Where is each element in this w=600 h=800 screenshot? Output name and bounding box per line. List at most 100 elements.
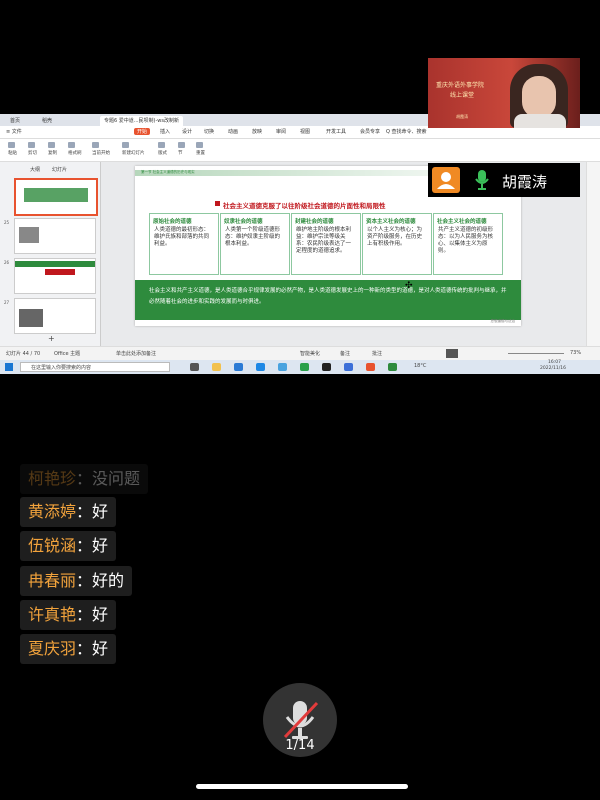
active-speaker-tile: 胡霞涛	[428, 163, 580, 197]
slide-number: 25	[4, 220, 10, 225]
menu-member[interactable]: 会员专享	[360, 128, 380, 135]
zoom-slider[interactable]	[508, 353, 564, 354]
section-button[interactable]: 节	[178, 142, 185, 156]
presenter-face	[522, 76, 556, 118]
card-primitive: 原始社会的道德 人类道德的最初形态：维护氏族和部落的共同利益。	[149, 213, 219, 275]
mouse-cursor-icon: ✣	[405, 281, 413, 291]
slide-number: 26	[4, 260, 10, 265]
wps-icon[interactable]	[366, 363, 375, 371]
weather-temperature: 18°C	[414, 363, 427, 369]
slide-footer: 思想道德与法治	[490, 319, 516, 323]
copy-button[interactable]: 复制	[48, 142, 57, 156]
scissors-icon	[28, 142, 35, 148]
reset-icon	[196, 142, 203, 148]
zoom-level: 73%	[570, 350, 582, 356]
notes-placeholder[interactable]: 单击此处添加备注	[116, 350, 156, 357]
play-slideshow-icon[interactable]	[446, 349, 458, 358]
card-socialist: 社会主义社会的道德 共产主义道德的初级形态：以为人民服务为核心、以集体主义为原则…	[433, 213, 503, 275]
new-slide-button[interactable]: 新建幻灯片	[122, 142, 145, 156]
page-indicator: 1/14	[285, 738, 315, 753]
menu-design[interactable]: 设计	[182, 128, 192, 135]
smart-beautify-button[interactable]: 智能美化	[300, 350, 320, 357]
menu-insert[interactable]: 插入	[160, 128, 170, 135]
status-bar: 幻灯片 44 / 70 Office 主题 单击此处添加备注 智能美化 备注 批…	[0, 346, 600, 361]
avatar	[432, 167, 460, 193]
tab-home[interactable]: 首页	[6, 116, 24, 126]
tab-outline[interactable]: 大纲	[30, 166, 40, 173]
brush-icon	[68, 142, 75, 148]
video-presenter-tag: 胡霞涛	[456, 114, 468, 119]
slide-summary-text: 社会主义和共产主义道德，是人类道德合乎规律发展的必然产物，是人类道德发展史上的一…	[149, 288, 507, 305]
slide-summary-box: 社会主义和共产主义道德，是人类道德合乎规律发展的必然产物，是人类道德发展史上的一…	[135, 280, 521, 320]
qq-icon[interactable]	[322, 363, 331, 371]
slide-thumbnail[interactable]	[14, 218, 96, 254]
menu-animation[interactable]: 动画	[228, 128, 238, 135]
from-current-button[interactable]: 当前开始	[92, 142, 110, 156]
slide-thumbnail-current[interactable]	[14, 178, 98, 216]
slide-thumbnail[interactable]	[14, 258, 96, 294]
slide-section-label: 第一节 社会主义道德的历史与现实	[141, 170, 195, 174]
edge-icon[interactable]	[256, 363, 265, 371]
clock-date: 2022/11/16	[540, 366, 566, 371]
slide-title: 社会主义道德克服了以往阶级社会道德的片面性和局限性	[223, 202, 386, 210]
store-icon[interactable]	[278, 363, 287, 371]
tab-document[interactable]: 专题6 爱中道...民坝制)-ws改制新	[100, 116, 183, 126]
menu-view[interactable]: 视图	[300, 128, 310, 135]
section-icon	[178, 142, 185, 148]
slide-thumbnail[interactable]	[14, 298, 96, 334]
file-explorer-icon[interactable]	[212, 363, 221, 371]
tab-docer[interactable]: 稻壳	[38, 116, 56, 126]
presenter-shirt	[514, 114, 566, 128]
format-painter-button[interactable]: 格式刷	[68, 142, 82, 156]
chat-message: 伍锐涵：好	[20, 531, 117, 561]
menu-slideshow[interactable]: 放映	[252, 128, 262, 135]
slide-counter: 幻灯片 44 / 70	[6, 351, 41, 357]
chrome-icon[interactable]	[300, 363, 309, 371]
chat-message: 许真艳：好	[20, 600, 117, 630]
play-icon	[92, 142, 99, 148]
menu-review[interactable]: 审阅	[276, 128, 286, 135]
slide-thumbnail-panel: 大纲 幻灯片 25 26 27 +	[0, 162, 101, 346]
card-capitalist: 资本主义社会的道德 以个人主义为核心；为资产阶级服务，在历史上有积极作用。	[362, 213, 432, 275]
chat-message: 柯艳珍：没问题	[20, 464, 149, 494]
home-indicator[interactable]	[196, 784, 408, 789]
microphone-icon	[474, 169, 490, 195]
layout-icon	[158, 142, 165, 148]
chat-message: 黄添婷：好	[20, 497, 117, 527]
theme-name: Office 主题	[54, 351, 81, 357]
chat-message: 夏庆羽：好	[20, 634, 117, 664]
add-slide-button[interactable]: +	[48, 334, 55, 343]
speaker-name: 胡霞涛	[502, 173, 548, 191]
copy-icon	[48, 142, 55, 148]
file-menu[interactable]: ≡ 文件	[6, 128, 22, 135]
notes-button[interactable]: 备注	[340, 350, 350, 357]
tab-slides[interactable]: 幻灯片	[52, 166, 67, 173]
video-banner-school: 重庆外语外事学院	[436, 82, 485, 89]
clock-time: 16:07	[548, 360, 561, 365]
taskbar-search-input[interactable]: 在这里输入你要搜索的内容	[20, 362, 170, 372]
cut-button[interactable]: 剪切	[28, 142, 37, 156]
menu-home[interactable]: 开始	[134, 128, 151, 135]
ribbon-toolbar: 粘贴 剪切 复制 格式刷 当前开始 新建幻灯片 版式 节 重置	[0, 139, 600, 162]
windows-start-icon[interactable]	[5, 363, 13, 371]
layout-button[interactable]: 版式	[158, 142, 167, 156]
paste-icon	[8, 142, 15, 148]
slide-number: 27	[4, 300, 10, 305]
shared-screen: 首页 稻壳 专题6 爱中道...民坝制)-ws改制新 ≡ 文件 开始 插入 设计…	[0, 114, 600, 374]
meeting-icon[interactable]	[344, 363, 353, 371]
reset-button[interactable]: 重置	[196, 142, 205, 156]
title-bullet-icon	[215, 201, 220, 206]
wechat-icon[interactable]	[388, 363, 397, 371]
chat-message: 冉春丽：好的	[20, 566, 133, 596]
menu-developer[interactable]: 开发工具	[326, 128, 346, 135]
command-search[interactable]: Q 查找命令、搜索	[386, 128, 427, 135]
right-side-toolbar	[586, 162, 600, 346]
presenter-video[interactable]: 重庆外语外事学院 线上课堂 胡霞涛	[428, 58, 580, 128]
card-feudal: 封建社会的道德 维护地主阶级的根本利益：维护宗法等级关系：农民阶级表达了一定程度…	[291, 213, 361, 275]
menu-transition[interactable]: 切换	[204, 128, 214, 135]
task-view-icon[interactable]	[190, 363, 199, 371]
mail-icon[interactable]	[234, 363, 243, 371]
paste-button[interactable]: 粘贴	[8, 142, 17, 156]
comments-button[interactable]: 批注	[372, 350, 382, 357]
card-slave: 奴隶社会的道德 人类第一个阶级道德形态：维护奴隶主阶级的根本利益。	[220, 213, 290, 275]
